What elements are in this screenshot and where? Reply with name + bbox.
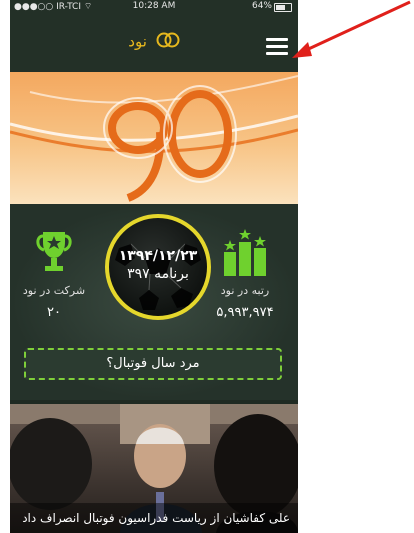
- stats-panel: شرکت در نود ۲۰ ۱۳۹۴/۱۲/۲۳ برنامه ۳۹۷ رتب…: [10, 204, 298, 400]
- news-headline: علی کفاشیان از ریاست فدراسیون فوتبال انص…: [10, 503, 298, 533]
- app-title: نود: [10, 32, 298, 52]
- app-title-text: نود: [128, 32, 147, 51]
- trophy-icon: [36, 232, 72, 271]
- program-date: ۱۳۹۴/۱۲/۲۳: [118, 248, 198, 264]
- app-logo-icon: [156, 32, 180, 52]
- player-of-year-button[interactable]: مرد سال فوتبال؟: [24, 348, 282, 380]
- program-number: برنامه ۳۹۷: [127, 266, 189, 282]
- participation-value: ۲۰: [47, 305, 61, 320]
- news-card[interactable]: علی کفاشیان از ریاست فدراسیون فوتبال انص…: [10, 404, 298, 533]
- participation-label: شرکت در نود: [22, 284, 86, 297]
- status-bar: ●●●○○ IR-TCI ⌔ 10:28 AM 64%: [10, 0, 298, 14]
- phone-screen: ●●●○○ IR-TCI ⌔ 10:28 AM 64% نود شرکت در …: [10, 0, 298, 533]
- nav-bar: نود: [10, 14, 298, 72]
- rank-value: ۵,۹۹۳,۹۷۴: [216, 305, 274, 320]
- program-ball: ۱۳۹۴/۱۲/۲۳ برنامه ۳۹۷: [105, 214, 211, 320]
- hero-banner: [10, 72, 298, 204]
- rank-stat: رتبه در نود ۵,۹۹۳,۹۷۴: [200, 228, 290, 320]
- annotation-arrow-icon: [292, 0, 411, 58]
- rank-label: رتبه در نود: [220, 284, 270, 297]
- battery-percent: 64%: [251, 1, 272, 11]
- rank-podium-icon: [224, 229, 266, 276]
- program-info: ۱۳۹۴/۱۲/۲۳ برنامه ۳۹۷: [109, 248, 207, 282]
- participation-stat: شرکت در نود ۲۰: [14, 228, 94, 320]
